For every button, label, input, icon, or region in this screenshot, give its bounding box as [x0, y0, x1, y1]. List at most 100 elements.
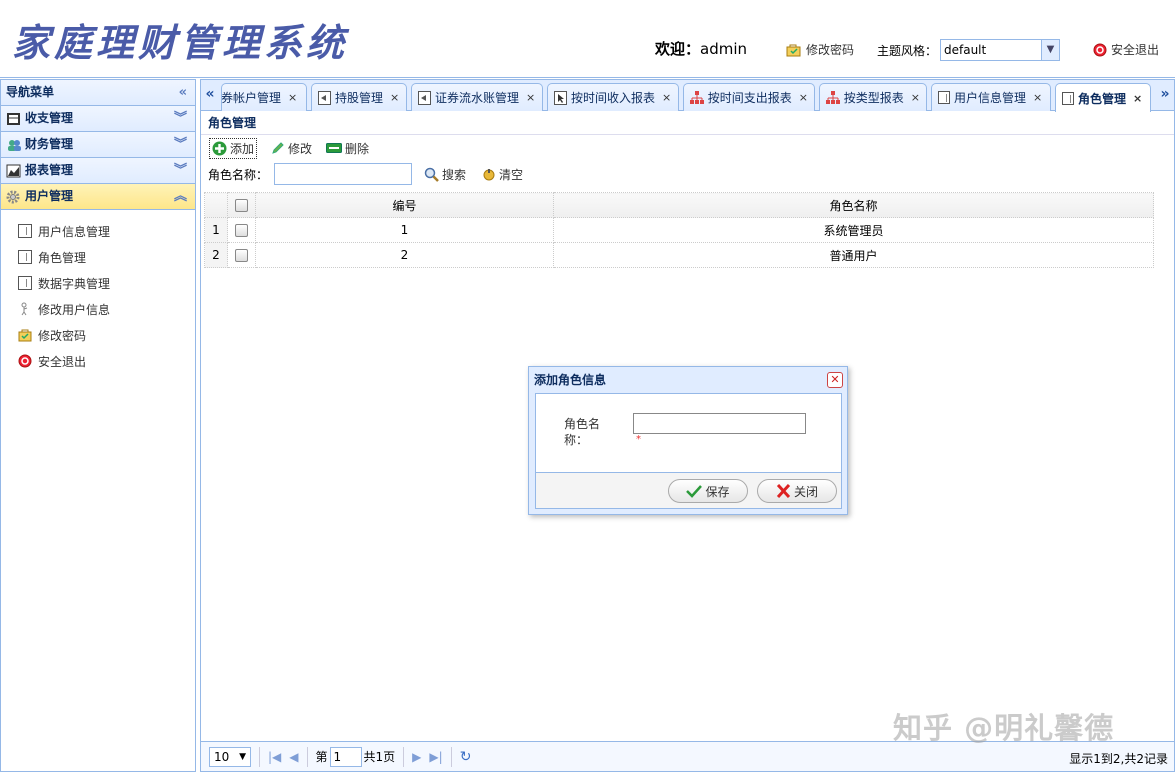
close-icon[interactable]: ×	[799, 91, 808, 104]
sidebar-title-label: 导航菜单	[6, 85, 55, 99]
search-button-label: 搜索	[442, 167, 467, 182]
tab-securities-account[interactable]: 证券帐户管理 ×	[221, 83, 307, 111]
tab-expense-by-time[interactable]: 按时间支出报表 ×	[683, 83, 815, 111]
expand-down-icon[interactable]: ︾	[174, 132, 187, 157]
welcome-text: 欢迎：admin	[655, 38, 747, 59]
app-title: 家庭理财管理系统	[12, 20, 349, 65]
close-icon[interactable]: ×	[911, 91, 920, 104]
tab-bar: « 证券帐户管理 × 持股管理 × 证券流水账管理 × 按时间收入报表 × 按时间支出报…	[201, 80, 1174, 112]
row-checkbox[interactable]	[235, 224, 248, 237]
watermark: 知乎 @明礼馨德	[893, 711, 1115, 745]
sidebar-menu: 用户信息管理 角色管理 数据字典管理 修改用户信息 修改密码 安全退出	[1, 210, 195, 374]
row-select-cell	[227, 242, 256, 268]
org-chart-icon	[826, 90, 840, 104]
edit-label: 修改	[288, 141, 313, 156]
sidebar-item-change-password[interactable]: 修改密码	[1, 322, 195, 348]
close-icon[interactable]: ✕	[827, 372, 843, 388]
page-size-select[interactable]: 10 ▼	[209, 746, 251, 767]
document-icon	[18, 250, 32, 264]
table-row[interactable]: 1 1 系统管理员	[204, 217, 1154, 243]
sidebar-item-roles[interactable]: 角色管理	[1, 244, 195, 270]
cell-id: 2	[255, 242, 554, 268]
first-page-icon[interactable]: |◀	[268, 750, 281, 764]
sidebar-group-users[interactable]: 用户管理 ︽	[1, 184, 195, 210]
close-button[interactable]: 关闭	[757, 479, 837, 503]
collapse-up-icon[interactable]: ︽	[174, 184, 187, 209]
theme-value: default	[944, 43, 987, 57]
search-icon	[424, 167, 439, 182]
close-icon[interactable]: ×	[1033, 91, 1042, 104]
select-all-checkbox[interactable]	[235, 199, 248, 212]
tab-label: 按时间收入报表	[571, 91, 656, 105]
document-arrow-icon	[418, 90, 431, 105]
clear-button[interactable]: 清空	[482, 166, 523, 183]
close-icon[interactable]: ×	[390, 91, 399, 104]
sidebar-item-label: 用户信息管理	[38, 224, 111, 239]
tab-user-info[interactable]: 用户信息管理 ×	[931, 83, 1051, 111]
grid-header-row: 编号 角色名称	[204, 192, 1154, 218]
save-button[interactable]: 保存	[668, 479, 748, 503]
key-lock-icon	[18, 329, 32, 342]
close-icon[interactable]: ×	[526, 91, 535, 104]
close-icon[interactable]: ×	[662, 91, 671, 104]
sidebar-title: 导航菜单 «	[1, 80, 195, 106]
column-header-role-name[interactable]: 角色名称	[553, 192, 1154, 218]
delete-button[interactable]: 删除	[326, 140, 369, 157]
row-checkbox[interactable]	[235, 249, 248, 262]
select-all-cell	[227, 192, 256, 218]
collapse-left-icon[interactable]: «	[179, 80, 187, 105]
expand-down-icon[interactable]: ︾	[174, 106, 187, 131]
sidebar-group-income[interactable]: 收支管理 ︾	[1, 106, 195, 132]
edit-button[interactable]: 修改	[271, 140, 312, 157]
close-icon[interactable]: ×	[288, 91, 297, 104]
expand-down-icon[interactable]: ︾	[174, 158, 187, 183]
close-icon[interactable]: ×	[1133, 92, 1142, 105]
add-button[interactable]: 添加	[209, 137, 258, 159]
change-password-link[interactable]: 修改密码	[786, 41, 854, 58]
role-name-input[interactable]	[633, 413, 806, 434]
ledger-icon	[7, 112, 20, 125]
sidebar-item-logout[interactable]: 安全退出	[1, 348, 195, 374]
page-info: 显示1到2,共2记录	[1069, 752, 1168, 766]
search-bar: 角色名称： 搜索 清空	[201, 161, 1174, 187]
column-header-id[interactable]: 编号	[255, 192, 554, 218]
theme-select[interactable]: default ▼	[940, 39, 1060, 61]
role-name-search-input[interactable]	[274, 163, 413, 185]
tab-securities-flow[interactable]: 证券流水账管理 ×	[411, 83, 543, 111]
power-icon	[18, 354, 32, 368]
sidebar-item-label: 修改密码	[38, 328, 87, 343]
add-role-dialog: 添加角色信息 ✕ 角色名称： * 保存 关闭	[528, 366, 848, 515]
logout-link[interactable]: 安全退出	[1093, 41, 1159, 58]
prev-page-icon[interactable]: ◀	[289, 750, 298, 764]
row-number: 1	[204, 217, 228, 243]
sidebar-item-dictionary[interactable]: 数据字典管理	[1, 270, 195, 296]
sidebar-item-label: 安全退出	[38, 354, 87, 369]
next-page-icon[interactable]: ▶	[412, 750, 421, 764]
dialog-title-bar[interactable]: 添加角色信息 ✕	[529, 367, 847, 393]
tab-report-by-type[interactable]: 按类型报表 ×	[819, 83, 927, 111]
tab-roles[interactable]: 角色管理 ×	[1055, 83, 1151, 112]
tab-label: 持股管理	[335, 91, 384, 105]
tab-holdings[interactable]: 持股管理 ×	[311, 83, 407, 111]
broom-icon	[483, 169, 495, 181]
close-label: 关闭	[793, 484, 818, 499]
refresh-icon[interactable]: ↻	[460, 749, 472, 765]
tab-income-by-time[interactable]: 按时间收入报表 ×	[547, 83, 679, 111]
search-button[interactable]: 搜索	[424, 166, 466, 183]
chevron-down-icon[interactable]: ▼	[1041, 40, 1059, 60]
document-icon	[1062, 91, 1074, 105]
tab-scroll-right-icon[interactable]: »	[1156, 80, 1174, 110]
table-row[interactable]: 2 2 普通用户	[204, 242, 1154, 268]
sidebar-item-edit-user[interactable]: 修改用户信息	[1, 296, 195, 322]
roles-grid: 编号 角色名称 1 1 系统管理员 2 2 普通用户	[204, 192, 1154, 268]
sidebar-item-user-info[interactable]: 用户信息管理	[1, 218, 195, 244]
sidebar-group-finance[interactable]: 财务管理 ︾	[1, 132, 195, 158]
pencil-icon	[272, 142, 284, 154]
tab-label: 证券帐户管理	[221, 91, 282, 105]
page-number-input[interactable]: 1	[329, 746, 362, 767]
document-cursor-icon	[554, 90, 567, 105]
last-page-icon[interactable]: ▶|	[429, 750, 442, 764]
sidebar-group-reports[interactable]: 报表管理 ︾	[1, 158, 195, 184]
tab-scroll-left-icon[interactable]: «	[201, 80, 219, 110]
logout-label: 安全退出	[1111, 43, 1160, 57]
